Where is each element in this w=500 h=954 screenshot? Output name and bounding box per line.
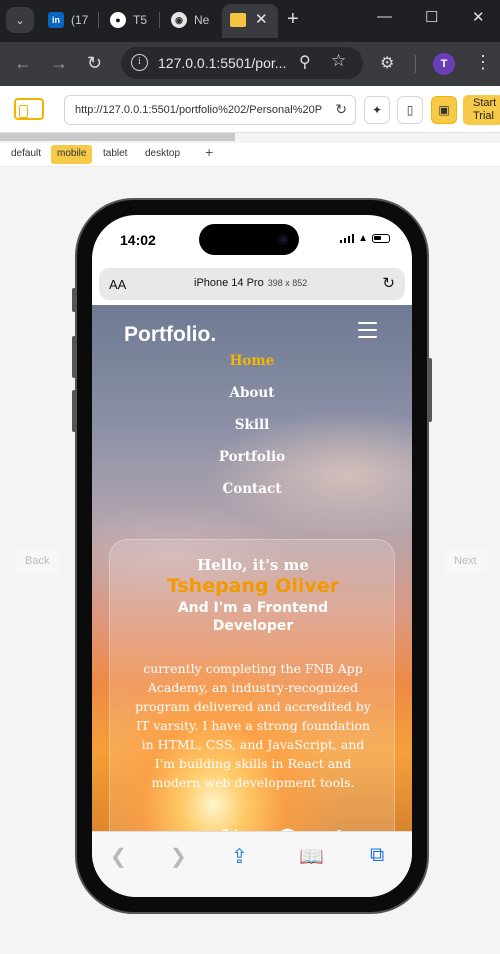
dynamic-island [199, 224, 299, 255]
device-tab-mobile[interactable]: mobile [51, 145, 93, 164]
github-icon: ● [110, 12, 126, 28]
hero-role: And I'm a Frontend Developer [177, 600, 329, 634]
portfolio-page: Portfolio. Home About Skill Portfolio Co… [92, 305, 412, 831]
trial-label-line2: Trial [473, 110, 494, 122]
tab-linkedin[interactable]: in (17 [48, 5, 88, 35]
zoom-icon[interactable]: ⚲ [299, 52, 311, 72]
hero-bio: currently completing the FNB App Academy… [135, 661, 371, 790]
nav-portfolio[interactable]: Portfolio [92, 449, 412, 481]
phone-frame: 14:02 ▲ AA iPhone 14 Pro 398 x 852 ↻ Port… [72, 200, 432, 912]
start-trial-button[interactable]: Start Trial [463, 95, 500, 125]
tab-new-tab[interactable]: ◉ Ne [171, 5, 209, 35]
device-model-label: iPhone 14 Pro 398 x 852 [194, 277, 307, 289]
new-tab-button[interactable]: + [287, 8, 299, 31]
screen-toggle-icon[interactable]: ▣ [431, 96, 457, 124]
phone-volume-down [72, 390, 76, 432]
hero-card: Hello, it's me Tshepang Oliver And I'm a… [109, 539, 395, 831]
profile-avatar[interactable]: T [433, 53, 455, 75]
phone-action-button [72, 288, 76, 312]
scrollbar-thumb[interactable] [0, 133, 235, 141]
text-size-button[interactable]: AA [109, 277, 126, 292]
trial-label-line1: Start [473, 97, 497, 109]
device-model-name: iPhone 14 Pro [194, 277, 264, 289]
bookmarks-icon[interactable]: 📖 [299, 844, 324, 869]
tab-active[interactable]: ✕ [222, 4, 278, 38]
site-logo[interactable]: Portfolio. [124, 323, 216, 347]
device-tab-tablet[interactable]: tablet [97, 145, 133, 164]
next-button[interactable]: Next [444, 548, 487, 574]
tab-divider [98, 12, 99, 28]
tab-label: T5 [133, 13, 148, 27]
back-arrow-icon[interactable]: ← [14, 53, 32, 74]
safari-address-bar[interactable]: AA iPhone 14 Pro 398 x 852 ↻ [99, 268, 405, 300]
linkedin-icon: in [48, 12, 64, 28]
minimize-icon[interactable]: — [377, 8, 392, 25]
horizontal-scrollbar[interactable] [0, 133, 500, 141]
viewer-url-field[interactable]: http://127.0.0.1:5501/portfolio%202/Pers… [64, 95, 356, 125]
tab-search-button[interactable]: ⌄ [6, 7, 34, 33]
tab-github[interactable]: ● T5 [110, 5, 147, 35]
device-tab-desktop[interactable]: desktop [139, 145, 186, 164]
hero-greeting: Hello, it's me [197, 556, 309, 574]
responsive-viewer-icon [230, 13, 246, 27]
add-device-icon[interactable]: + [205, 144, 213, 160]
toolbar-divider [415, 55, 416, 73]
address-bar[interactable]: i 127.0.0.1:5501/por... ⚲ ☆ [121, 47, 363, 79]
viewer-url-text[interactable]: http://127.0.0.1:5501/portfolio%202/Pers… [75, 104, 325, 116]
forward-arrow-icon[interactable]: → [50, 53, 68, 74]
bookmark-star-icon[interactable]: ☆ [331, 51, 346, 71]
nav-about[interactable]: About [92, 385, 412, 417]
tabs-icon[interactable]: ⧉ [370, 844, 384, 867]
site-nav: Home About Skill Portfolio Contact [92, 353, 412, 513]
close-window-icon[interactable]: ✕ [472, 8, 485, 26]
safari-bottom-bar: ❮ ❯ ⇪ 📖 ⧉ [92, 831, 412, 897]
phone-power-button [428, 358, 432, 422]
device-tabs: default mobile tablet desktop + [0, 143, 500, 167]
wifi-icon: ▲ [358, 233, 368, 244]
responsive-viewer-logo [14, 98, 44, 120]
more-menu-icon[interactable]: ⋮ [474, 52, 492, 73]
chrome-icon: ◉ [171, 12, 187, 28]
share-icon[interactable]: ⇪ [231, 844, 248, 869]
device-frame-icon[interactable]: ▯ [397, 96, 423, 124]
back-button[interactable]: Back [15, 548, 60, 574]
site-info-icon[interactable]: i [131, 54, 148, 71]
nav-skill[interactable]: Skill [92, 417, 412, 449]
camera-icon [278, 234, 289, 245]
nav-contact[interactable]: Contact [92, 481, 412, 513]
status-icons: ▲ [339, 233, 390, 244]
viewer-reload-icon[interactable]: ↻ [335, 101, 347, 118]
safari-reload-icon[interactable]: ↻ [382, 274, 395, 292]
maximize-icon[interactable]: ☐ [425, 8, 438, 26]
phone-screen: 14:02 ▲ AA iPhone 14 Pro 398 x 852 ↻ Port… [92, 215, 412, 897]
phone-volume-up [72, 336, 76, 378]
nav-home[interactable]: Home [92, 353, 412, 385]
reload-icon[interactable]: ↻ [87, 53, 102, 74]
address-url[interactable]: 127.0.0.1:5501/por... [158, 55, 286, 71]
tab-label: (17 [71, 13, 89, 27]
tab-label: Ne [194, 13, 210, 27]
device-tab-default[interactable]: default [5, 145, 47, 164]
hamburger-menu-icon[interactable] [358, 322, 377, 343]
browser-tab-strip: ⌄ in (17 ● T5 ◉ Ne ✕ + — ☐ ✕ [0, 0, 500, 42]
extensions-puzzle-icon[interactable]: ⚙ [380, 53, 394, 73]
device-resolution: 398 x 852 [267, 278, 308, 288]
battery-icon [372, 234, 390, 243]
status-time: 14:02 [120, 232, 156, 248]
browser-toolbar: ← → ↻ i 127.0.0.1:5501/por... ⚲ ☆ ⚙ T ⋮ [0, 42, 500, 86]
cellular-signal-icon [339, 234, 355, 243]
responsive-viewer-bar: http://127.0.0.1:5501/portfolio%202/Pers… [0, 86, 500, 133]
hero-name: Tshepang Oliver [166, 575, 340, 597]
tab-divider [159, 12, 160, 28]
safari-back-icon[interactable]: ❮ [110, 844, 127, 869]
safari-forward-icon[interactable]: ❯ [170, 844, 187, 869]
close-tab-icon[interactable]: ✕ [255, 10, 268, 28]
inspect-cursor-icon[interactable]: ✦ [364, 96, 390, 124]
